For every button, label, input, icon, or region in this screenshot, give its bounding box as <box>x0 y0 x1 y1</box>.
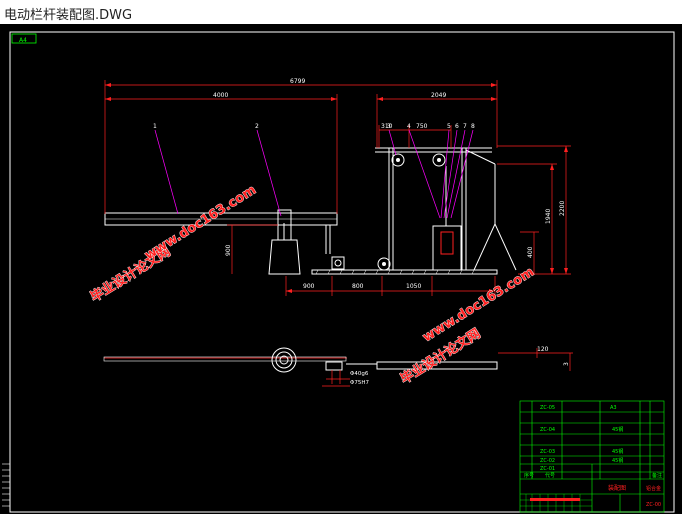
dim-arrows <box>105 83 568 293</box>
window-titlebar: 电动栏杆装配图.DWG <box>0 0 682 24</box>
dim-right: 2049 <box>431 92 446 99</box>
balloon-8: 8 <box>471 123 475 130</box>
tb-head-no: 序号 <box>524 472 534 479</box>
window-title: 电动栏杆装配图.DWG <box>4 8 133 23</box>
dim-overall: 6799 <box>290 78 305 85</box>
tb-note-2: 45钢 <box>612 426 623 433</box>
sheet-border <box>9 31 675 513</box>
tb-code-4: ZC-02 <box>540 458 555 464</box>
tb-code-2: ZC-04 <box>540 427 555 433</box>
tb-minor-grid <box>520 494 592 512</box>
tb-code-1: ZC-05 <box>540 405 555 411</box>
dim-120: 120 <box>537 346 549 353</box>
tb-code-3: ZC-03 <box>540 449 555 455</box>
a-frame-right <box>494 223 517 271</box>
dim-3: 3 <box>563 362 570 366</box>
cad-canvas[interactable]: A4 6799 4000 2049 310 750 900 900 800 10… <box>0 24 682 514</box>
counterweight <box>432 225 462 271</box>
balloon-6: 6 <box>455 123 459 130</box>
dim-post-height: 900 <box>225 244 232 256</box>
title-block-texts: ZC-05 A3 ZC-04 45钢 ZC-03 45钢 ZC-02 45钢 Z… <box>524 405 662 508</box>
tb-red-strip <box>530 498 580 501</box>
balloon-4: 4 <box>407 123 411 130</box>
dimension-texts: 6799 4000 2049 310 750 900 900 800 1050 … <box>213 78 570 366</box>
tb-code-5: ZC-01 <box>540 466 555 472</box>
tb-note-4: 45钢 <box>612 457 623 464</box>
dim-900: 900 <box>303 283 315 290</box>
tb-number: ZC-00 <box>646 502 661 508</box>
title-block-frame <box>519 400 665 513</box>
ground-rail <box>311 269 498 275</box>
a-frame-left <box>473 223 496 271</box>
balloon-5: 5 <box>447 123 451 130</box>
dim-1940: 1940 <box>545 209 552 224</box>
margin-ticks <box>2 463 10 507</box>
tb-head-code: 代号 <box>545 472 555 479</box>
tb-title: 装配图 <box>608 484 626 492</box>
dim-phi-40: Φ40g6 <box>350 371 369 377</box>
tb-note-1: A3 <box>610 405 617 411</box>
tb-head-note: 备注 <box>652 472 662 479</box>
balloon-7: 7 <box>463 123 467 130</box>
top-view-bearing <box>325 361 343 371</box>
watermark-url-1: www.doc163.com <box>142 183 259 264</box>
drive-motor <box>331 256 345 270</box>
tb-material: 铝合金 <box>646 485 661 492</box>
dim-phi-75: Φ75H7 <box>350 380 369 386</box>
balloon-2: 2 <box>255 123 259 130</box>
tb-note-3: 45钢 <box>612 448 623 455</box>
balloon-1: 1 <box>153 123 157 130</box>
dim-750: 750 <box>416 123 428 130</box>
drawing-svg: A4 6799 4000 2049 310 750 900 900 800 10… <box>2 31 675 513</box>
dim-2200: 2200 <box>559 201 566 216</box>
top-view-dims <box>322 370 350 387</box>
balloon-3: 3 <box>387 123 391 130</box>
dim-800: 800 <box>352 283 364 290</box>
leader-lines <box>154 129 474 219</box>
sheet-tag: A4 <box>19 37 27 44</box>
dim-1050: 1050 <box>406 283 421 290</box>
dim-left: 4000 <box>213 92 228 99</box>
dim-400: 400 <box>527 246 534 258</box>
post-base <box>268 239 301 275</box>
